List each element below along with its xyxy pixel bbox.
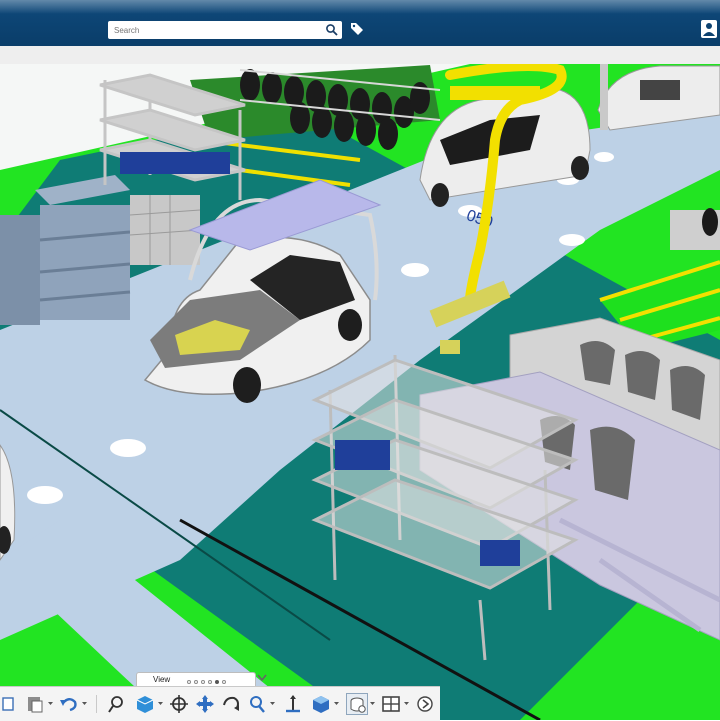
top-bar-highlight <box>0 0 720 14</box>
zoom-area-button[interactable] <box>106 693 128 715</box>
render-style-button[interactable] <box>310 693 332 715</box>
view-page-dot[interactable] <box>187 680 191 684</box>
layout-icon <box>382 696 400 712</box>
view-page-dot[interactable] <box>222 680 226 684</box>
search-box[interactable] <box>108 21 342 39</box>
measure-icon <box>286 695 300 713</box>
render-style-icon <box>313 696 329 713</box>
user-icon <box>703 23 715 36</box>
paste-icon <box>28 697 43 713</box>
next-button[interactable] <box>414 693 436 715</box>
view-tab-label: View <box>153 675 171 684</box>
dropdown-arrow-icon[interactable] <box>158 701 163 706</box>
paste-button[interactable] <box>24 693 46 715</box>
dropdown-arrow-icon[interactable] <box>370 701 375 706</box>
dropdown-arrow-icon[interactable] <box>334 701 339 706</box>
cut-button[interactable] <box>0 693 22 715</box>
view-tab[interactable]: View <box>136 672 256 687</box>
zoom-button[interactable] <box>246 693 268 715</box>
bottom-toolbar <box>0 686 440 721</box>
undo-button[interactable] <box>58 693 80 715</box>
zoom-area-icon <box>108 696 123 713</box>
dropdown-arrow-icon[interactable] <box>48 701 53 706</box>
material-icon <box>350 697 366 713</box>
view-page-dot[interactable] <box>201 680 205 684</box>
search-icon[interactable] <box>325 23 339 37</box>
view-tab-pages[interactable] <box>187 677 229 686</box>
rotate-icon <box>223 696 239 711</box>
zoom-icon <box>250 696 265 713</box>
view-cube-icon <box>136 696 154 713</box>
view-page-dot[interactable] <box>208 680 212 684</box>
section-bar <box>0 46 720 65</box>
dropdown-arrow-icon[interactable] <box>404 701 409 706</box>
toolbar-separator <box>96 695 97 713</box>
dropdown-arrow-icon[interactable] <box>82 701 87 706</box>
undo-icon <box>60 698 77 712</box>
search-input[interactable] <box>114 23 319 37</box>
view-page-dot-active[interactable] <box>215 680 219 684</box>
pan-button[interactable] <box>194 693 216 715</box>
dropdown-arrow-icon[interactable] <box>270 701 275 706</box>
next-icon <box>417 696 433 712</box>
rotate-button[interactable] <box>220 693 242 715</box>
view-page-dot[interactable] <box>194 680 198 684</box>
center-button[interactable] <box>168 693 190 715</box>
3d-viewport[interactable]: 050 <box>0 64 720 720</box>
tag-icon[interactable] <box>350 22 364 36</box>
top-bar <box>0 0 720 46</box>
factory-scene[interactable]: 050 <box>0 64 720 720</box>
center-icon <box>170 695 188 713</box>
cut-icon <box>2 697 14 711</box>
chevron-down-icon[interactable] <box>257 674 267 682</box>
material-button[interactable] <box>346 693 368 715</box>
measure-button[interactable] <box>282 693 304 715</box>
pan-icon <box>196 695 214 713</box>
view-cube-button[interactable] <box>134 693 156 715</box>
layout-button[interactable] <box>380 693 402 715</box>
user-button[interactable] <box>701 20 717 38</box>
